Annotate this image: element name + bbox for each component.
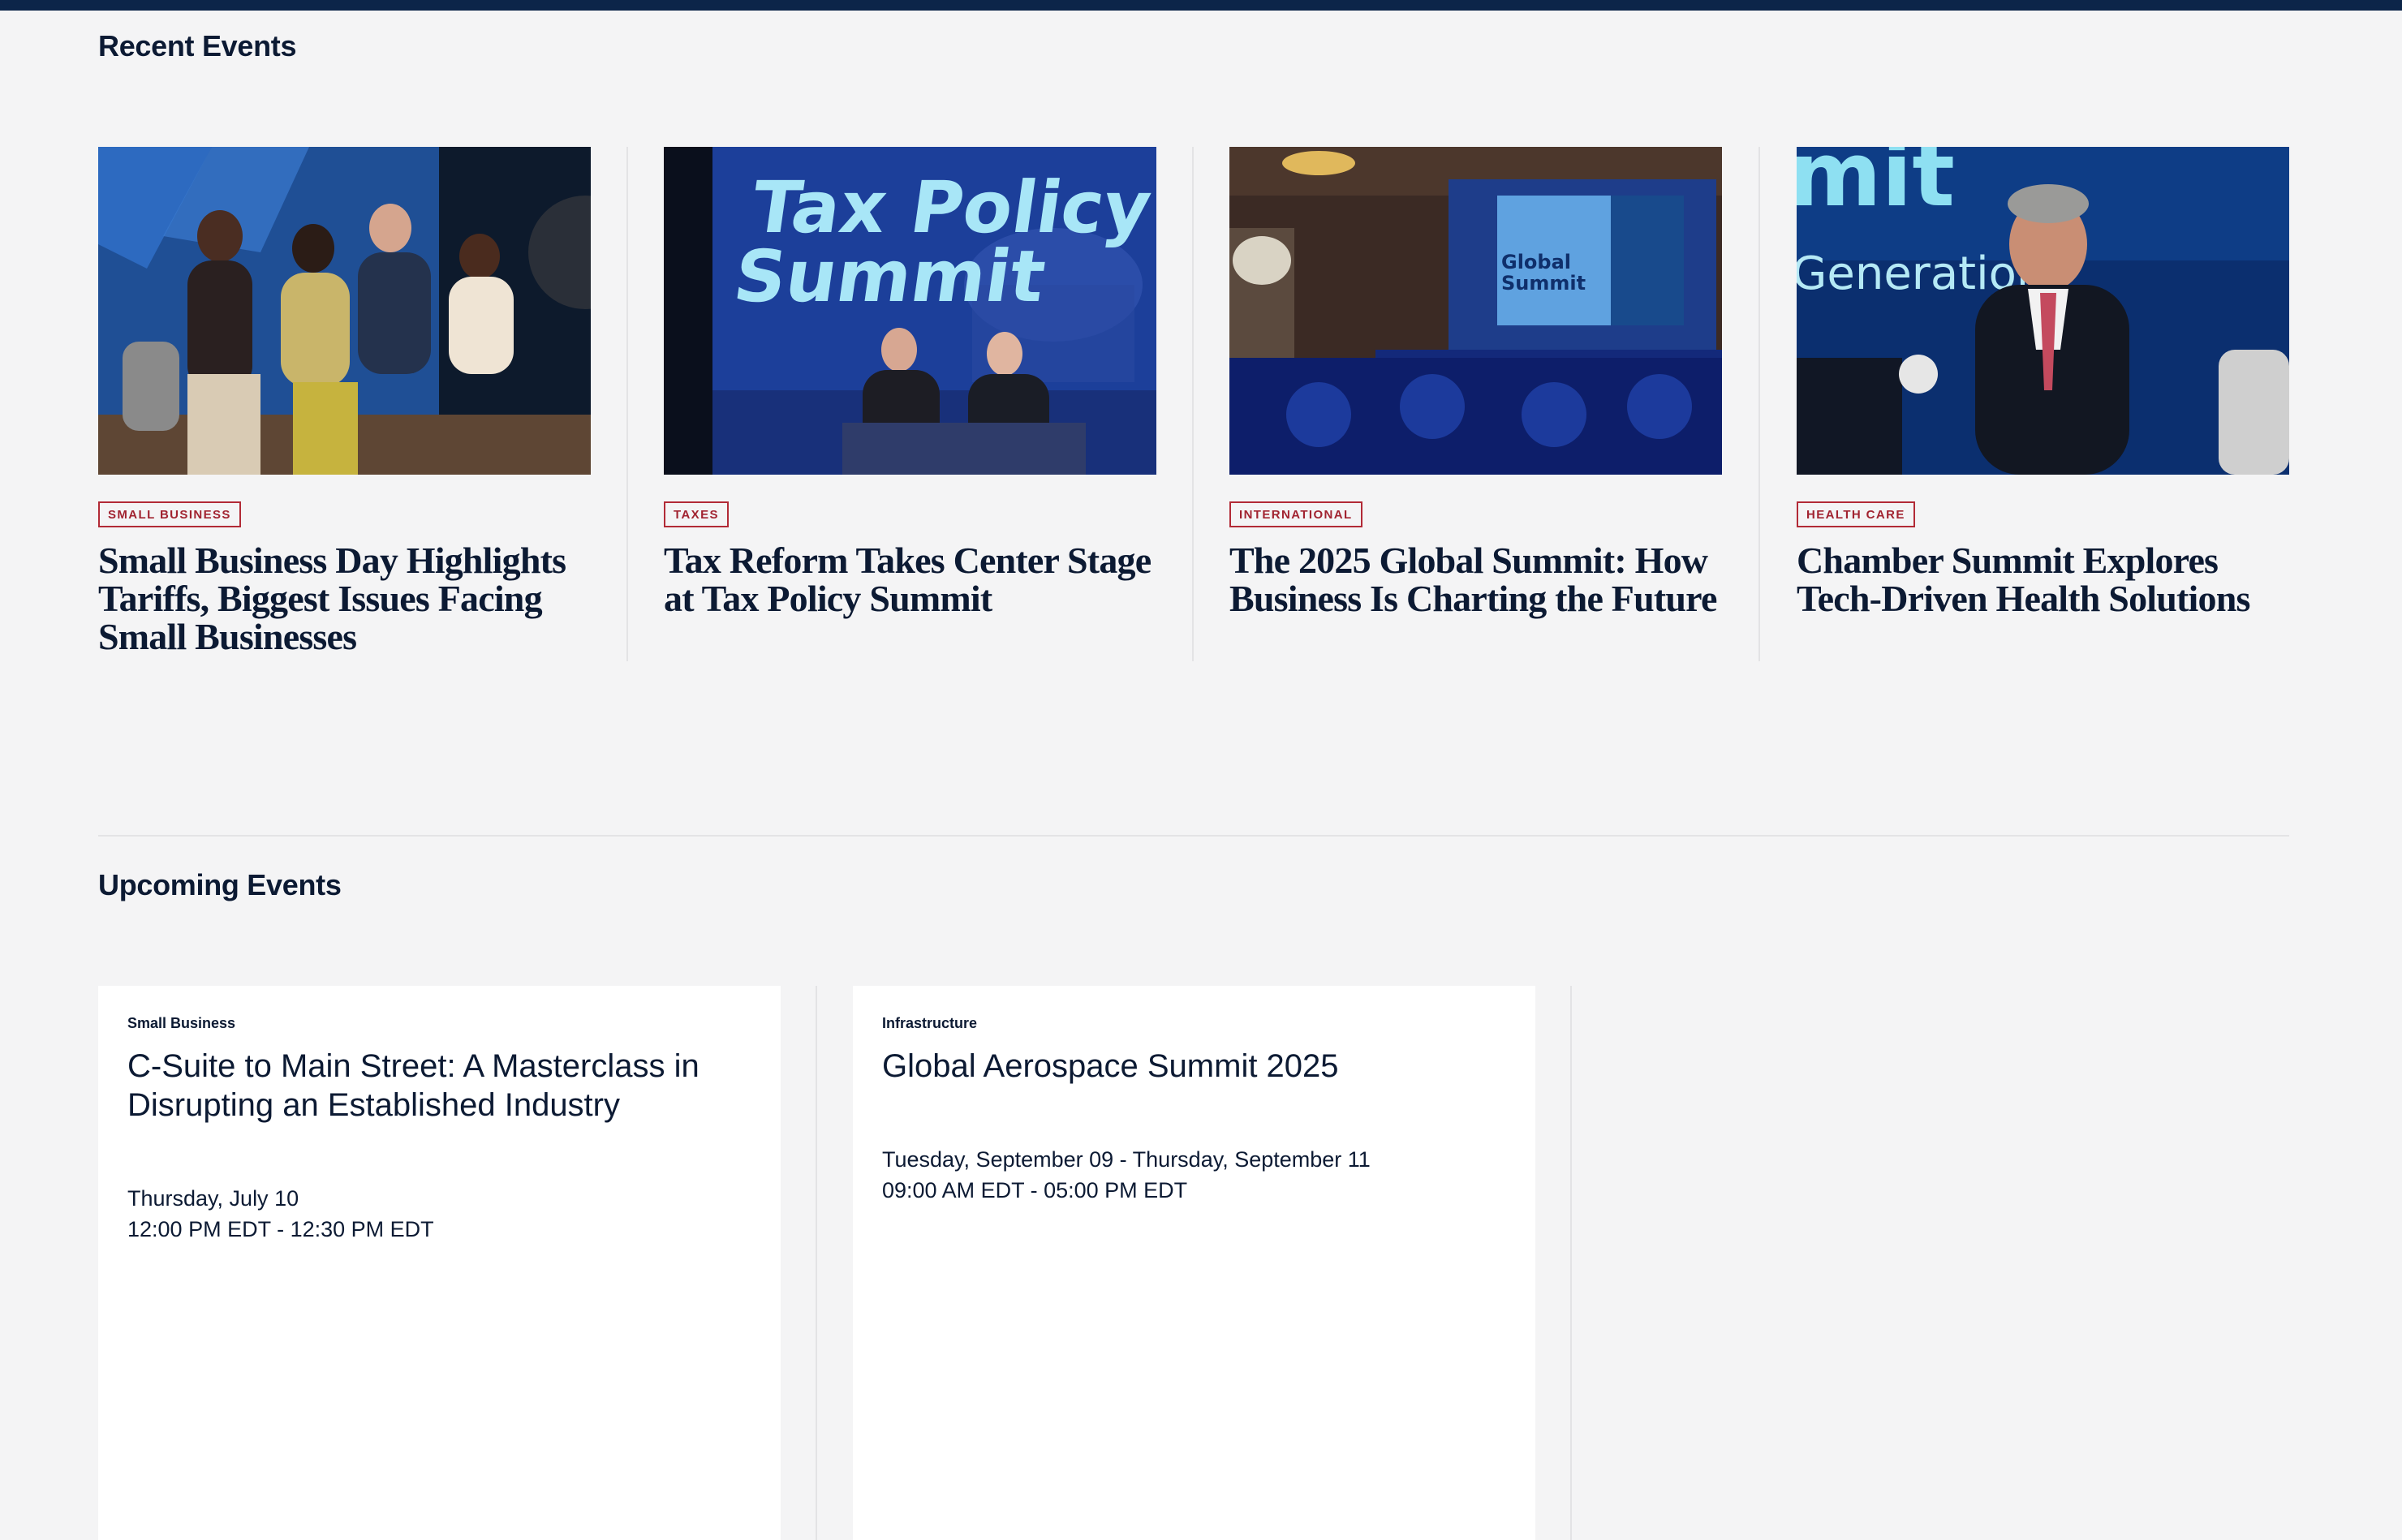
- column-divider: [1758, 147, 1760, 661]
- event-time: 09:00 AM EDT - 05:00 PM EDT: [882, 1178, 1188, 1202]
- top-accent-bar: [0, 0, 2402, 11]
- upcoming-events-heading: Upcoming Events: [98, 868, 342, 901]
- recent-events-heading: Recent Events: [98, 29, 297, 62]
- event-headline[interactable]: Chamber Summit Explores Tech-Driven Heal…: [1797, 541, 2289, 617]
- upcoming-event-card[interactable]: Small Business C-Suite to Main Street: A…: [98, 986, 781, 1540]
- category-tag[interactable]: INTERNATIONAL: [1229, 501, 1362, 527]
- recent-event-card[interactable]: Global Summit INTERNATIONAL The 2025 Glo…: [1229, 147, 1722, 617]
- upcoming-event-card[interactable]: Infrastructure Global Aerospace Summit 2…: [853, 986, 1535, 1540]
- event-headline[interactable]: Small Business Day Highlights Tariffs, B…: [98, 541, 591, 656]
- event-time: 12:00 PM EDT - 12:30 PM EDT: [127, 1217, 434, 1241]
- category-tag[interactable]: SMALL BUSINESS: [98, 501, 241, 527]
- event-photo-panel[interactable]: mit Generation: [1797, 147, 2289, 475]
- image-caption-text: Summit: [729, 234, 1050, 317]
- category-tag[interactable]: HEALTH CARE: [1797, 501, 1915, 527]
- event-date: Tuesday, September 09 - Thursday, Septem…: [882, 1147, 1371, 1172]
- event-category: Infrastructure: [882, 1015, 978, 1031]
- recent-events-grid: SMALL BUSINESS Small Business Day Highli…: [98, 147, 2289, 661]
- recent-event-card[interactable]: Tax Policy Summit TAXES Tax Reform Takes…: [664, 147, 1156, 617]
- event-photo-panel[interactable]: [98, 147, 591, 475]
- column-divider: [1192, 147, 1194, 661]
- event-headline[interactable]: The 2025 Global Summit: How Business Is …: [1229, 541, 1722, 617]
- image-caption-text: Global: [1501, 251, 1571, 273]
- column-divider: [816, 986, 817, 1540]
- recent-event-card[interactable]: mit Generation HEALTH CARE Chamber Summi…: [1797, 147, 2289, 617]
- event-photo-panel[interactable]: Global Summit: [1229, 147, 1722, 475]
- image-caption-text: Summit: [1501, 272, 1586, 295]
- category-tag[interactable]: TAXES: [664, 501, 729, 527]
- section-divider: [98, 835, 2289, 837]
- event-headline[interactable]: Tax Reform Takes Center Stage at Tax Pol…: [664, 541, 1156, 617]
- event-title[interactable]: C-Suite to Main Street: A Masterclass in…: [127, 1047, 751, 1125]
- image-caption-text: mit: [1797, 147, 1955, 226]
- column-divider: [626, 147, 628, 661]
- recent-event-card[interactable]: SMALL BUSINESS Small Business Day Highli…: [98, 147, 591, 656]
- column-divider: [1570, 986, 1572, 1540]
- event-photo-panel[interactable]: Tax Policy Summit: [664, 147, 1156, 475]
- event-date: Thursday, July 10: [127, 1186, 299, 1211]
- event-title[interactable]: Global Aerospace Summit 2025: [882, 1047, 1506, 1086]
- event-category: Small Business: [127, 1015, 236, 1031]
